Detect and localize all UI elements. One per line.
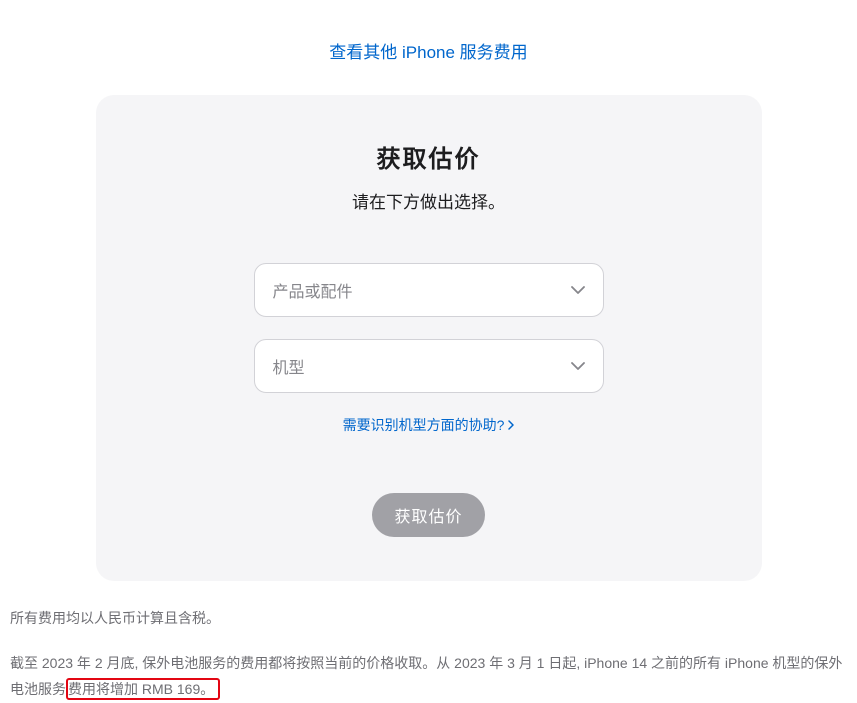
chevron-right-icon xyxy=(508,420,514,430)
card-title: 获取估价 xyxy=(146,139,712,174)
get-estimate-button[interactable]: 获取估价 xyxy=(372,493,484,537)
card-subtitle: 请在下方做出选择。 xyxy=(146,188,712,213)
product-select-placeholder: 产品或配件 xyxy=(273,278,353,302)
product-select[interactable]: 产品或配件 xyxy=(254,263,604,317)
footer-line-1: 所有费用均以人民币计算且含税。 xyxy=(10,605,847,632)
other-services-link[interactable]: 查看其他 iPhone 服务费用 xyxy=(329,43,527,62)
help-link-label: 需要识别机型方面的协助? xyxy=(343,415,505,435)
product-select-wrapper: 产品或配件 xyxy=(254,263,604,317)
chevron-down-icon xyxy=(571,359,585,373)
chevron-down-icon xyxy=(571,283,585,297)
estimate-card: 获取估价 请在下方做出选择。 产品或配件 机型 需要识别机型方面的协助? 获取估… xyxy=(96,95,762,581)
top-link-container: 查看其他 iPhone 服务费用 xyxy=(0,0,857,95)
model-select[interactable]: 机型 xyxy=(254,339,604,393)
price-increase-highlight: 费用将增加 RMB 169。 xyxy=(66,678,220,700)
help-link-container: 需要识别机型方面的协助? xyxy=(146,415,712,435)
footer-line-2: 截至 2023 年 2 月底, 保外电池服务的费用都将按照当前的价格收取。从 2… xyxy=(10,650,847,703)
model-select-placeholder: 机型 xyxy=(273,354,305,378)
identify-model-help-link[interactable]: 需要识别机型方面的协助? xyxy=(343,415,515,435)
footer-text: 所有费用均以人民币计算且含税。 截至 2023 年 2 月底, 保外电池服务的费… xyxy=(0,581,857,703)
model-select-wrapper: 机型 xyxy=(254,339,604,393)
submit-wrapper: 获取估价 xyxy=(146,493,712,537)
